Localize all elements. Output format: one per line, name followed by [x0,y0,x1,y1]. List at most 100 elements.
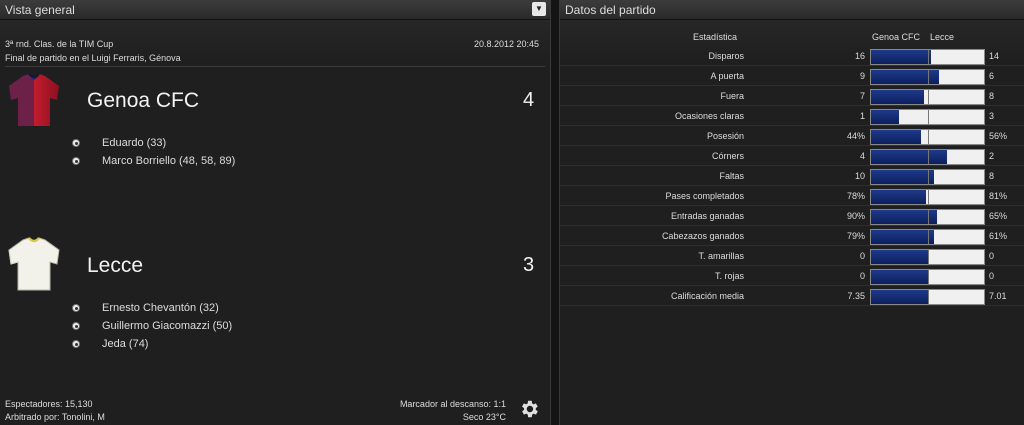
stat-label: Cabezazos ganados [661,231,744,241]
away-stat-value: 61% [989,231,1008,241]
stat-comparison-bar [870,69,985,85]
stat-row: Faltas 10 8 [560,168,1024,186]
away-stat-value: 65% [989,211,1008,221]
stat-label: Posesión [706,131,744,141]
stat-row: Calificación media 7.35 7.01 [560,288,1024,306]
match-stats-panel: Datos del partido Estadística Genoa CFC … [560,0,1024,425]
stat-row: A puerta 9 6 [560,68,1024,86]
home-stat-value: 0 [859,251,865,261]
gear-icon[interactable] [518,398,540,420]
halftime-score: Marcador al descanso: 1:1 [399,399,506,409]
stat-label: Córners [711,151,744,161]
stat-comparison-bar [870,249,985,265]
stat-comparison-bar [870,189,985,205]
match-datetime: 20.8.2012 20:45 [473,39,539,49]
stat-column-header: Estadística [693,32,738,42]
home-stat-value: 78% [846,191,865,201]
venue-label: Final de partido en el Luigi Ferraris, G… [5,53,181,63]
away-shirt-icon [8,237,60,291]
stat-label: Fuera [720,91,744,101]
home-bar-fill [871,290,929,304]
away-scorer-name[interactable]: Ernesto Chevantón (32) [102,302,219,314]
home-bar-fill [871,170,935,184]
stat-row: Disparos 16 14 [560,48,1024,66]
stat-label: Ocasiones claras [674,111,744,121]
bar-midline [928,210,929,224]
overview-title: Vista general [5,3,75,17]
football-icon [72,340,80,348]
football-icon [72,157,80,165]
stat-comparison-bar [870,49,985,65]
bar-midline [928,290,929,304]
home-stat-value: 9 [859,71,865,81]
referee-label[interactable]: Arbitrado por: Tonolini, M [5,412,105,422]
away-scorer-name[interactable]: Guillermo Giacomazzi (50) [102,320,232,332]
home-bar-fill [871,110,900,124]
home-stat-value: 79% [846,231,865,241]
away-scorer-name[interactable]: Jeda (74) [102,338,148,350]
football-icon [72,139,80,147]
away-stat-value: 14 [989,51,1000,61]
away-team-name[interactable]: Lecce [87,254,143,278]
stat-label: Entradas ganadas [670,211,744,221]
home-bar-fill [871,190,927,204]
bar-midline [928,250,929,264]
home-stat-value: 90% [846,211,865,221]
home-scorer-name[interactable]: Eduardo (33) [102,137,166,149]
football-icon [72,322,80,330]
home-stat-value: 44% [846,131,865,141]
home-bar-fill [871,210,937,224]
stat-comparison-bar [870,89,985,105]
stat-comparison-bar [870,109,985,125]
away-column-header: Lecce [930,32,955,42]
home-team-name[interactable]: Genoa CFC [87,89,199,113]
panel-divider[interactable] [550,0,560,425]
stat-row: Ocasiones claras 1 3 [560,108,1024,126]
stat-comparison-bar [870,229,985,245]
home-bar-fill [871,130,921,144]
away-stat-value: 2 [989,151,995,161]
away-stat-value: 3 [989,111,995,121]
away-stat-value: 0 [989,251,995,261]
stat-comparison-bar [870,149,985,165]
home-bar-fill [871,90,925,104]
stat-row: Entradas ganadas 90% 65% [560,208,1024,226]
stat-label: Pases completados [665,191,744,201]
stat-comparison-bar [870,169,985,185]
stat-label: Calificación media [670,291,744,301]
stat-label: Faltas [719,171,744,181]
stat-row: Posesión 44% 56% [560,128,1024,146]
stat-row: Pases completados 78% 81% [560,188,1024,206]
stat-row: T. amarillas 0 0 [560,248,1024,266]
stat-label: T. amarillas [698,251,744,261]
football-icon [72,304,80,312]
home-scorer-name[interactable]: Marco Borriello (48, 58, 89) [102,155,235,167]
bar-midline [928,50,929,64]
stat-row: Cabezazos ganados 79% 61% [560,228,1024,246]
chevron-down-icon[interactable]: ▼ [532,2,546,16]
stats-header: Datos del partido [560,0,1024,20]
bar-midline [928,230,929,244]
stat-label: T. rojas [714,271,744,281]
home-stat-value: 7 [859,91,865,101]
away-stat-value: 8 [989,171,995,181]
stat-label: A puerta [710,71,744,81]
away-stat-value: 7.01 [989,291,1007,301]
home-stat-value: 7.35 [847,291,865,301]
stat-row: T. rojas 0 0 [560,268,1024,286]
attendance-label: Espectadores: 15,130 [5,399,93,409]
bar-midline [928,110,929,124]
home-stat-value: 4 [859,151,865,161]
bar-midline [928,190,929,204]
stat-row: Fuera 7 8 [560,88,1024,106]
bar-midline [928,90,929,104]
away-stat-value: 0 [989,271,995,281]
stat-row: Córners 4 2 [560,148,1024,166]
bar-midline [928,130,929,144]
home-stat-value: 10 [854,171,865,181]
home-stat-value: 16 [854,51,865,61]
stat-comparison-bar [870,269,985,285]
away-stat-value: 6 [989,71,995,81]
divider [5,66,545,67]
home-stat-value: 1 [859,111,865,121]
